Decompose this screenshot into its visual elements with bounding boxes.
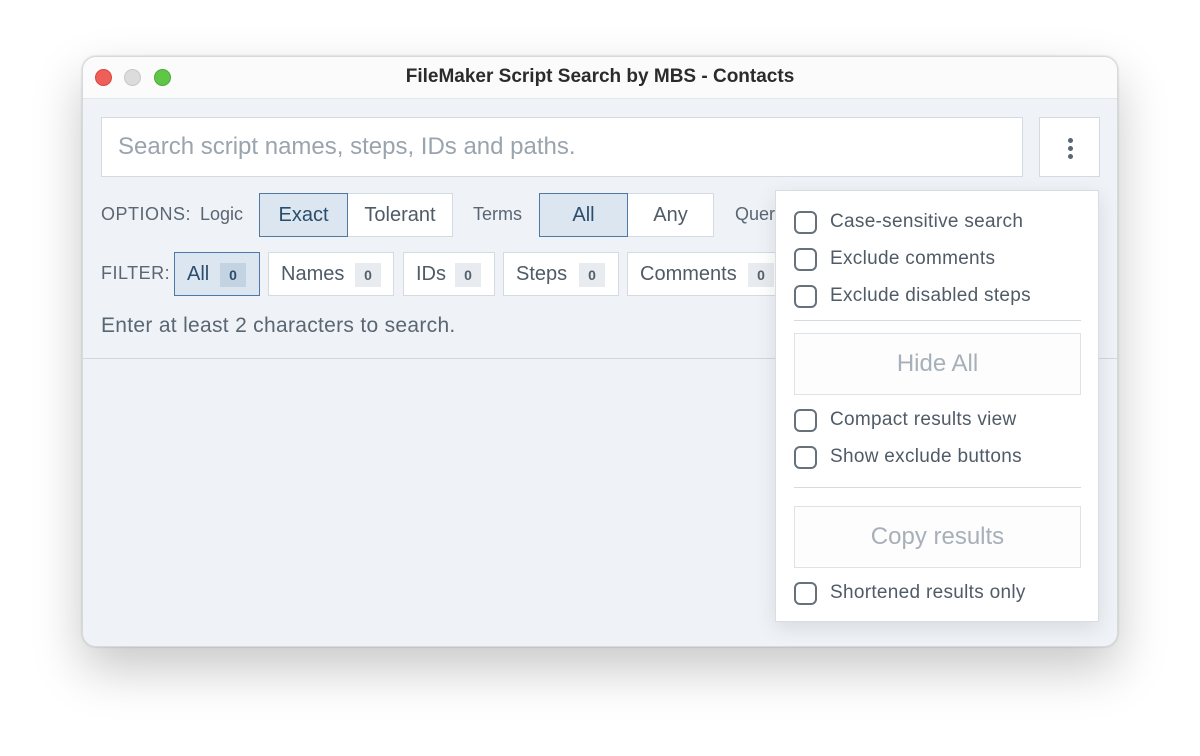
show-exclude-buttons-checkbox-row[interactable]: Show exclude buttons — [794, 444, 1022, 470]
filter-names-chip[interactable]: Names 0 — [268, 252, 394, 296]
filter-ids-chip[interactable]: IDs 0 — [403, 252, 495, 296]
exclude-comments-checkbox-row[interactable]: Exclude comments — [794, 246, 995, 272]
logic-exact-button[interactable]: Exact — [259, 193, 348, 237]
compact-results-checkbox[interactable] — [794, 408, 817, 432]
query-label: Quer — [735, 204, 776, 224]
shortened-results-checkbox-row[interactable]: Shortened results only — [794, 580, 1026, 606]
filter-all-chip[interactable]: All 0 — [174, 252, 260, 296]
logic-tolerant-button[interactable]: Tolerant — [347, 193, 453, 237]
shortened-results-checkbox[interactable] — [794, 581, 817, 605]
case-sensitive-checkbox[interactable] — [794, 210, 817, 234]
filter-chip-count: 0 — [748, 263, 774, 287]
filter-chip-label: Names — [281, 262, 345, 285]
terms-all-button[interactable]: All — [539, 193, 628, 237]
filter-chip-label: IDs — [416, 262, 446, 285]
exclude-disabled-steps-checkbox[interactable] — [794, 284, 817, 308]
title-bar: FileMaker Script Search by MBS - Contact… — [83, 57, 1117, 99]
logic-label: Logic — [200, 204, 244, 224]
terms-label: Terms — [473, 204, 522, 224]
filter-chip-count: 0 — [455, 263, 481, 287]
checkbox-label: Shortened results only — [830, 582, 1026, 603]
show-exclude-buttons-checkbox[interactable] — [794, 445, 817, 469]
filter-chip-label: Steps — [516, 262, 568, 285]
options-label: OPTIONS: — [101, 204, 192, 224]
search-input[interactable] — [101, 117, 1023, 177]
checkbox-label: Show exclude buttons — [830, 446, 1022, 467]
checkbox-label: Exclude comments — [830, 248, 996, 269]
filter-chip-count: 0 — [220, 263, 246, 287]
compact-results-checkbox-row[interactable]: Compact results view — [794, 407, 1017, 433]
menu-separator — [794, 320, 1081, 321]
exclude-comments-checkbox[interactable] — [794, 247, 817, 271]
status-hint: Enter at least 2 characters to search. — [101, 314, 456, 337]
options-menu: Case-sensitive search Exclude comments E… — [775, 190, 1099, 622]
copy-results-button[interactable]: Copy results — [794, 506, 1081, 568]
filter-label: FILTER: — [101, 263, 171, 283]
hide-all-button[interactable]: Hide All — [794, 333, 1081, 395]
checkbox-label: Case-sensitive search — [830, 211, 1024, 232]
checkbox-label: Compact results view — [830, 409, 1017, 430]
menu-separator — [794, 487, 1081, 488]
exclude-disabled-steps-checkbox-row[interactable]: Exclude disabled steps — [794, 283, 1031, 309]
checkbox-label: Exclude disabled steps — [830, 285, 1031, 306]
window-title: FileMaker Script Search by MBS - Contact… — [405, 66, 795, 87]
more-options-button[interactable] — [1039, 117, 1100, 177]
filter-steps-chip[interactable]: Steps 0 — [503, 252, 619, 296]
case-sensitive-checkbox-row[interactable]: Case-sensitive search — [794, 209, 1023, 235]
filter-chip-count: 0 — [579, 263, 605, 287]
filter-comments-chip[interactable]: Comments 0 — [627, 252, 777, 296]
filter-chip-label: Comments — [640, 262, 737, 285]
terms-any-button[interactable]: Any — [627, 193, 714, 237]
filter-chip-label: All — [187, 262, 210, 285]
filter-chip-count: 0 — [355, 263, 381, 287]
